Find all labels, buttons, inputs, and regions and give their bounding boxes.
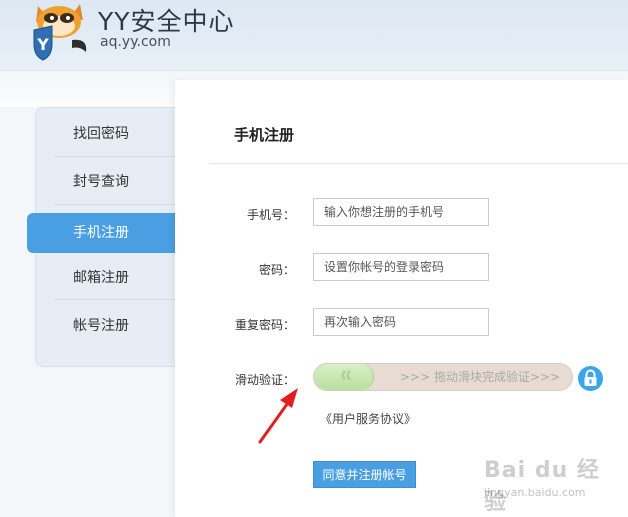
sidebar-item-label: 手机注册: [73, 225, 129, 241]
slider-verify-track[interactable]: 《《 >>> 拖动滑块完成验证>>>: [313, 363, 573, 391]
password-label: 密码：: [258, 263, 295, 277]
yy-mascot-logo-icon: Y: [33, 4, 87, 61]
red-arrow-annotation-icon: [258, 388, 298, 444]
watermark-main-text: Bai du 经验: [484, 458, 600, 515]
lock-button[interactable]: [578, 366, 603, 391]
watermark-sub-text: jingyan.baidu.com: [484, 486, 586, 499]
sidebar-item-label: 找回密码: [73, 126, 129, 142]
header: Y YY安全中心 aq.yy.com: [0, 0, 628, 71]
password-input[interactable]: [313, 253, 489, 281]
sidebar-nav: 找回密码 封号查询 手机注册 邮箱注册 帐号注册: [27, 107, 176, 367]
repeat-password-label: 重复密码：: [234, 318, 295, 332]
sidebar-item-account-register[interactable]: 帐号注册: [36, 302, 176, 350]
svg-text:Y: Y: [36, 35, 49, 54]
sidebar-item-label: 邮箱注册: [73, 270, 129, 286]
sidebar-item-label: 帐号注册: [73, 318, 129, 334]
slider-verify-hint: >>> 拖动滑块完成验证>>>: [400, 370, 561, 384]
page: Y YY安全中心 aq.yy.com 找回密码 封号查询 手机注册 邮箱注册 帐…: [0, 0, 628, 517]
phone-input[interactable]: [313, 198, 489, 226]
user-agreement-link[interactable]: 《用户服务协议》: [320, 410, 416, 427]
title-divider: [209, 163, 628, 164]
lock-icon: [584, 369, 597, 386]
slider-verify-handle[interactable]: 《《: [314, 364, 374, 390]
sidebar-item-ban-query[interactable]: 封号查询: [36, 158, 176, 206]
page-title: 手机注册: [234, 126, 295, 144]
sidebar-item-label: 封号查询: [73, 174, 129, 190]
sidebar-item-phone-register[interactable]: 手机注册: [27, 213, 176, 253]
sidebar-divider: [54, 299, 176, 300]
brand-url: aq.yy.com: [100, 34, 171, 50]
agree-register-button[interactable]: 同意并注册帐号: [313, 461, 416, 488]
sidebar-divider: [54, 204, 176, 205]
baidu-jingyan-watermark: Bai du 经验 jingyan.baidu.com: [470, 448, 620, 515]
brand-title: YY安全中心: [98, 7, 235, 36]
phone-label: 手机号：: [246, 208, 295, 222]
sidebar-divider: [54, 156, 176, 157]
repeat-password-input[interactable]: [313, 308, 489, 336]
sidebar-item-email-register[interactable]: 邮箱注册: [36, 254, 176, 302]
sidebar-item-recover-password[interactable]: 找回密码: [36, 110, 176, 158]
